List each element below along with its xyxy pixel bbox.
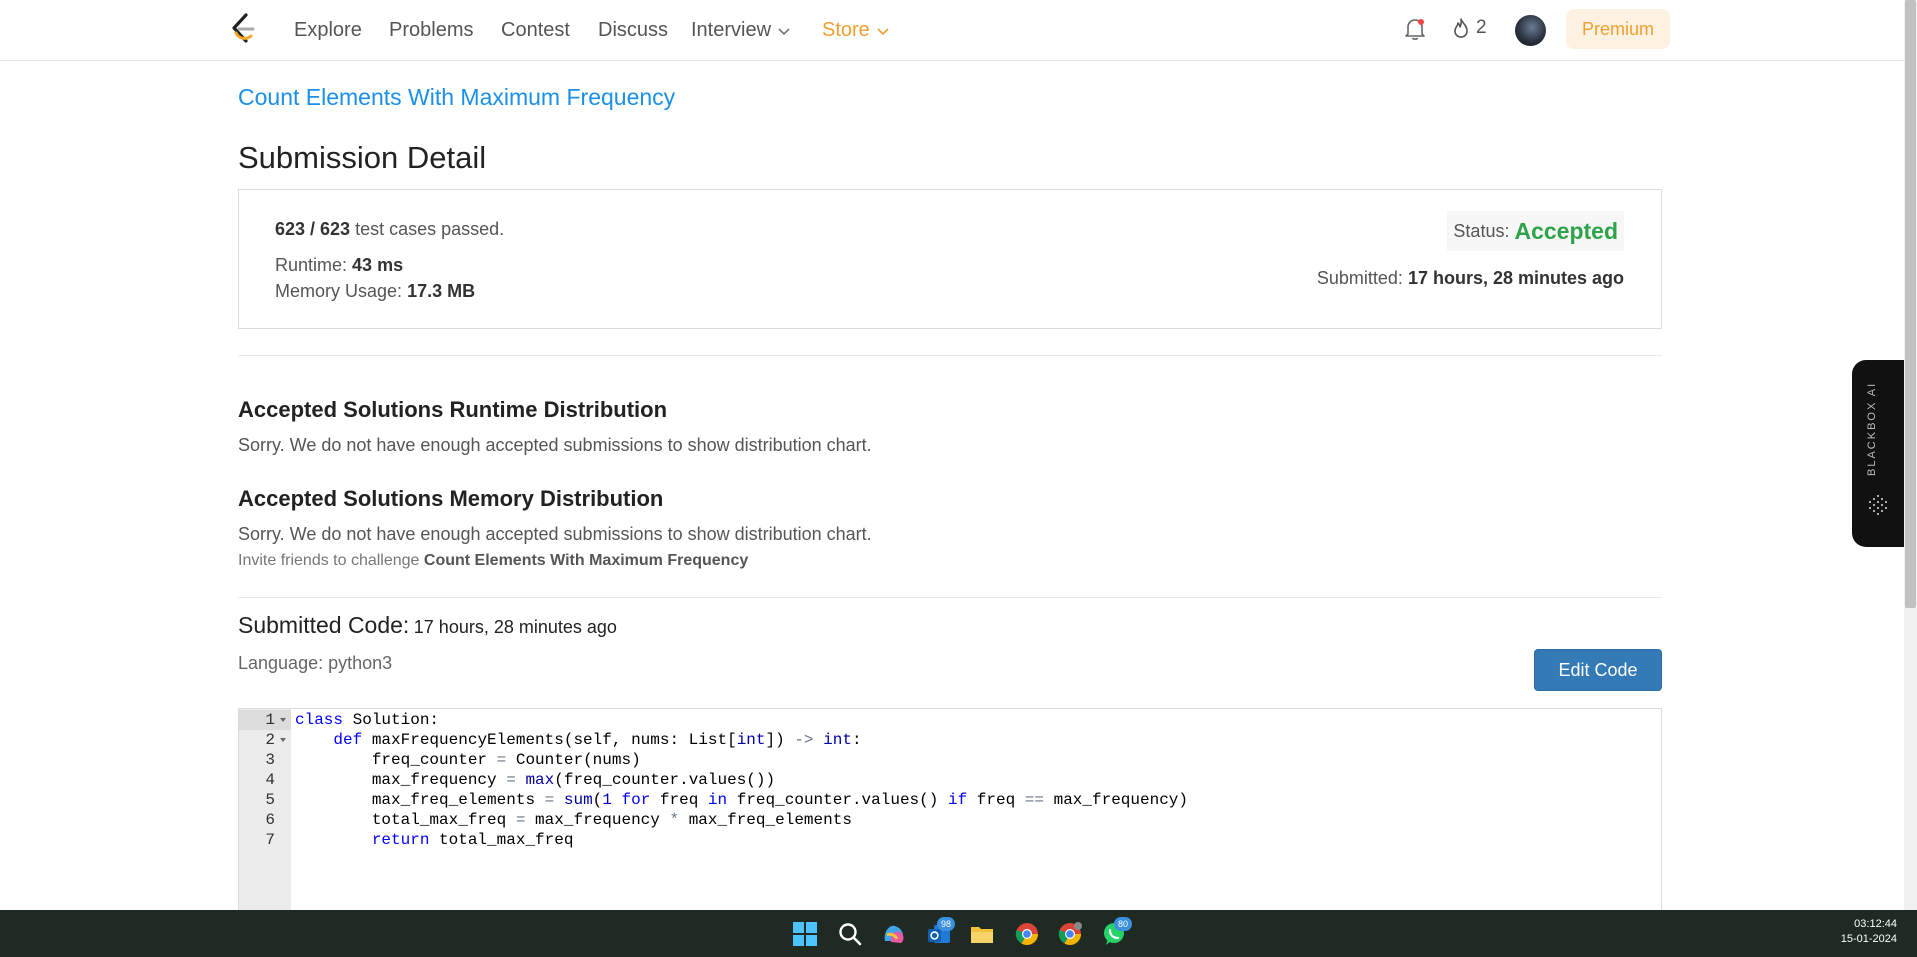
runtime-distribution-title: Accepted Solutions Runtime Distribution xyxy=(238,397,668,422)
submitted-code-time: 17 hours, 28 minutes ago xyxy=(413,617,617,637)
nav-contest-label: Contest xyxy=(501,19,570,41)
memory-value: 17.3 MB xyxy=(407,281,476,301)
streak-counter[interactable]: 2 xyxy=(1452,17,1487,39)
fold-arrow-icon[interactable] xyxy=(279,736,287,744)
submitted-code-label: Submitted Code: xyxy=(238,612,410,638)
page-scrollbar-thumb[interactable] xyxy=(1905,0,1916,608)
memory-label: Memory Usage: xyxy=(275,281,403,301)
outlook-badge: 98 xyxy=(937,917,955,931)
line-number: 2 xyxy=(265,731,275,749)
submission-detail-box: 623 / 623 test cases passed. Runtime: 43… xyxy=(238,189,1662,329)
clock-date: 15-01-2024 xyxy=(1840,933,1897,945)
line-number: 7 xyxy=(265,831,275,849)
nav-problems-label: Problems xyxy=(389,19,474,41)
nav-explore-label: Explore xyxy=(294,19,362,41)
nav-discuss-label: Discuss xyxy=(598,19,669,41)
top-navbar: Explore Problems Contest Discuss Intervi… xyxy=(0,0,1904,61)
chevron-down-icon xyxy=(778,27,790,35)
code-line: def maxFrequencyElements(self, nums: Lis… xyxy=(333,731,862,749)
runtime-value: 43 ms xyxy=(352,255,404,275)
chrome-icon[interactable] xyxy=(1014,921,1040,947)
submitted-value: 17 hours, 28 minutes ago xyxy=(1407,268,1624,288)
notification-bell-icon[interactable] xyxy=(1404,17,1426,41)
blackbox-dots-icon xyxy=(1868,494,1888,516)
invite-prefix: Invite friends to challenge xyxy=(238,552,420,569)
windows-start-icon[interactable] xyxy=(792,921,818,947)
code-line: return total_max_freq xyxy=(371,831,574,849)
whatsapp-badge: 80 xyxy=(1114,917,1132,931)
fold-arrow-icon[interactable] xyxy=(279,716,287,724)
line-number: 3 xyxy=(265,751,275,769)
nav-interview-label: Interview xyxy=(691,19,772,41)
test-cases-line: 623 / 623 test cases passed. xyxy=(275,219,504,240)
search-icon[interactable] xyxy=(837,921,863,947)
chevron-down-icon xyxy=(877,27,889,35)
invite-line: Invite friends to challenge Count Elemen… xyxy=(238,552,748,570)
status-value: Accepted xyxy=(1514,217,1618,244)
runtime-label: Runtime: xyxy=(275,255,348,275)
leetcode-logo-icon[interactable] xyxy=(228,12,258,46)
status-badge: Status: Accepted xyxy=(1447,211,1624,251)
chrome-profile-icon[interactable] xyxy=(1057,921,1083,947)
code-line: class Solution: xyxy=(295,711,440,729)
status-label: Status: xyxy=(1453,220,1510,241)
line-number: 5 xyxy=(265,791,275,809)
windows-taskbar xyxy=(0,910,1917,957)
blackbox-ai-widget[interactable]: BLACKBOX AI xyxy=(1852,360,1904,547)
nav-discuss[interactable]: Discuss xyxy=(598,19,668,42)
clock-time: 03:12:44 xyxy=(1854,918,1897,930)
blackbox-label: BLACKBOX AI xyxy=(1866,381,1878,476)
memory-distribution-title: Accepted Solutions Memory Distribution xyxy=(238,486,664,511)
code-line: total_max_freq = max_frequency * max_fre… xyxy=(295,811,852,829)
nav-interview[interactable]: Interview xyxy=(691,19,791,42)
problem-title-link[interactable]: Count Elements With Maximum Frequency xyxy=(238,84,675,111)
line-number: 6 xyxy=(265,811,275,829)
runtime-line: Runtime: 43 ms xyxy=(275,255,403,276)
edit-code-button[interactable]: Edit Code xyxy=(1534,649,1662,691)
code-line: max_freq_elements = sum(1 for freq in fr… xyxy=(295,791,1189,809)
test-cases-suffix: test cases passed. xyxy=(355,219,505,239)
nav-problems[interactable]: Problems xyxy=(389,19,473,42)
system-clock[interactable]: 03:12:44 15-01-2024 xyxy=(1841,917,1897,947)
memory-distribution-text: Sorry. We do not have enough accepted su… xyxy=(238,524,872,544)
nav-contest[interactable]: Contest xyxy=(501,19,570,42)
language-label: Language: python3 xyxy=(238,653,393,673)
nav-explore[interactable]: Explore xyxy=(294,19,362,42)
copilot-icon[interactable] xyxy=(881,921,907,947)
nav-store[interactable]: Store xyxy=(822,19,890,42)
memory-line: Memory Usage: 17.3 MB xyxy=(275,281,475,302)
line-number: 4 xyxy=(265,771,275,789)
avatar[interactable] xyxy=(1515,15,1546,46)
nav-store-label: Store xyxy=(822,19,870,41)
line-number: 1 xyxy=(265,711,275,729)
page-title: Submission Detail xyxy=(238,140,487,175)
file-explorer-icon[interactable] xyxy=(969,921,995,947)
code-editor[interactable]: 1 2 3 4 5 6 7 class Solution: def maxFre… xyxy=(238,708,1662,910)
runtime-distribution-text: Sorry. We do not have enough accepted su… xyxy=(238,435,872,455)
code-line: max_frequency = max(freq_counter.values(… xyxy=(295,771,776,789)
submitted-code-heading: Submitted Code: 17 hours, 28 minutes ago xyxy=(238,612,617,639)
code-line: freq_counter = Counter(nums) xyxy=(295,751,641,769)
divider xyxy=(238,355,1662,356)
submitted-line: Submitted: 17 hours, 28 minutes ago xyxy=(1317,268,1624,289)
divider xyxy=(238,597,1662,598)
invite-problem-name: Count Elements With Maximum Frequency xyxy=(423,552,749,569)
premium-button[interactable]: Premium xyxy=(1566,9,1670,49)
submitted-label: Submitted: xyxy=(1316,268,1403,288)
streak-count: 2 xyxy=(1476,17,1487,38)
fire-icon xyxy=(1454,18,1468,38)
test-cases-count: 623 / 623 xyxy=(275,219,351,239)
